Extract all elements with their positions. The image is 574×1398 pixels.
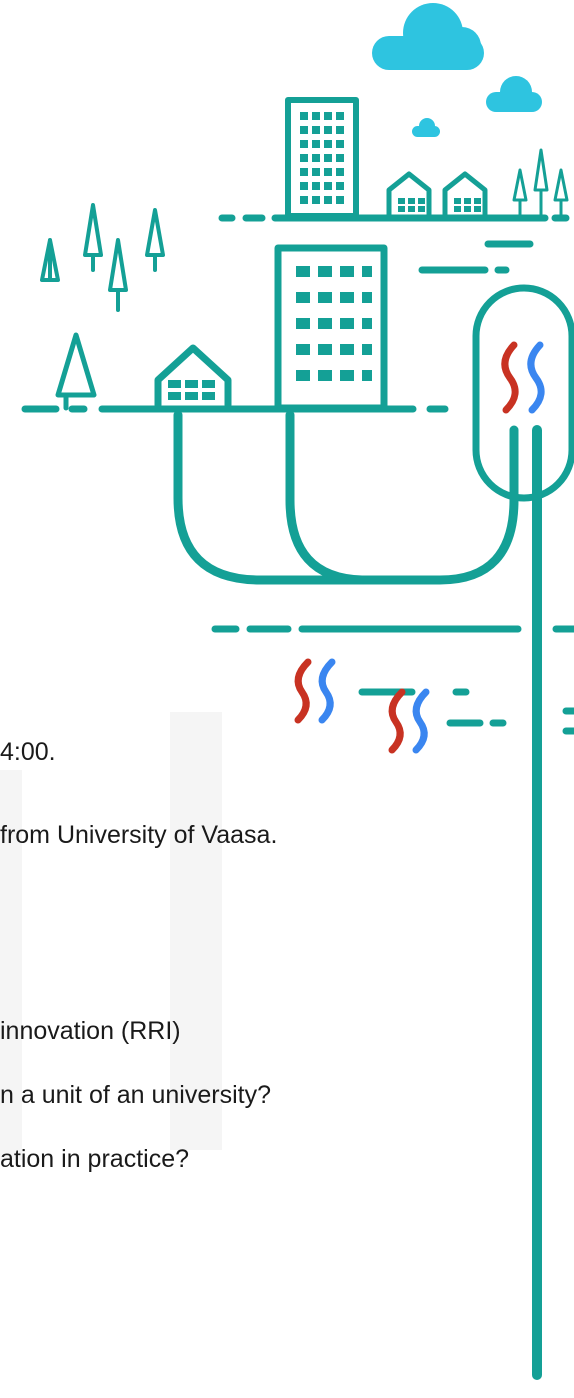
cloud-icon (372, 3, 484, 70)
text-line-question-practice: ation in practice? (0, 1145, 190, 1173)
window-grid (300, 112, 344, 204)
window-grid (296, 266, 372, 381)
tree-icon (145, 208, 165, 272)
text-line-time: 4:00. (0, 738, 56, 766)
text-line-rri: innovation (RRI) (0, 1017, 181, 1045)
heat-wave-icon (501, 341, 545, 414)
text-line-organizer: from University of Vaasa. (0, 821, 278, 849)
cloud-icon (412, 118, 440, 137)
tree-icon (512, 148, 569, 218)
text-line-question-unit: n a unit of an university? (0, 1081, 271, 1109)
heat-wave-icon (294, 658, 336, 724)
heating-plant-outline (472, 284, 574, 502)
tree-icon (40, 238, 60, 282)
tree-icon (83, 203, 103, 272)
cloud-icon (486, 76, 542, 112)
city-heating-illustration (21, 3, 574, 1380)
tree-icon (55, 332, 97, 411)
tree-icon (108, 238, 128, 312)
heat-wave-icon (388, 688, 430, 754)
tower-building-icon (285, 97, 359, 219)
